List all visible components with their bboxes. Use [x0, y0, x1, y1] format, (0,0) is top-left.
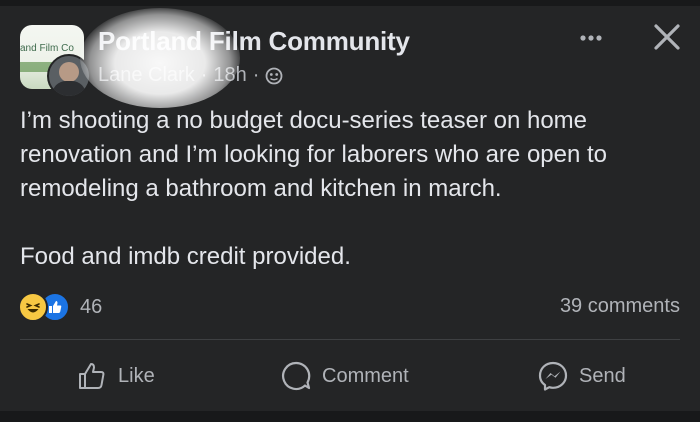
post-body-paragraph-1: I’m shooting a no budget docu-series tea… — [20, 107, 608, 202]
avatar-body — [52, 81, 86, 96]
close-icon — [654, 24, 680, 50]
comment-icon — [282, 361, 311, 391]
post-meta: Lane Clark · 18h · — [98, 64, 283, 87]
thumbs-up-icon — [79, 363, 105, 389]
comment-button[interactable]: Comment — [280, 350, 409, 402]
privacy-blur-overlay — [80, 8, 240, 108]
post-body: I’m shooting a no budget docu-series tea… — [20, 104, 690, 274]
messenger-icon — [538, 361, 568, 391]
post-time-link[interactable]: 18h — [213, 64, 246, 87]
avatar-face — [59, 62, 79, 82]
more-horizontal-icon — [580, 35, 602, 41]
meta-separator: · — [200, 64, 208, 86]
send-button[interactable]: Send — [537, 350, 626, 402]
more-options-button[interactable] — [576, 26, 606, 50]
meta-separator-2: · — [252, 64, 260, 86]
close-button[interactable] — [652, 22, 682, 52]
reaction-count: 46 — [80, 295, 103, 318]
group-avatar-text: and Film Co — [20, 43, 74, 54]
haha-icon — [18, 292, 48, 322]
group-name-link[interactable]: Portland Film Community — [98, 26, 410, 57]
comments-count-link[interactable]: 39 comments — [560, 295, 680, 318]
globe-icon — [266, 67, 283, 84]
actions-divider — [20, 339, 680, 340]
comment-label: Comment — [322, 364, 409, 387]
author-name-link[interactable]: Lane Clark — [98, 64, 195, 87]
like-button[interactable]: Like — [76, 350, 155, 402]
reactions-summary[interactable]: 46 — [18, 292, 102, 322]
bottom-divider-band — [0, 411, 700, 422]
user-avatar[interactable] — [47, 54, 91, 98]
send-label: Send — [579, 364, 626, 387]
top-divider-band — [0, 0, 700, 6]
post-body-paragraph-2: Food and imdb credit provided. — [20, 243, 351, 270]
like-label: Like — [118, 364, 155, 387]
post-actions-bar: Like Comment Send — [0, 350, 700, 402]
